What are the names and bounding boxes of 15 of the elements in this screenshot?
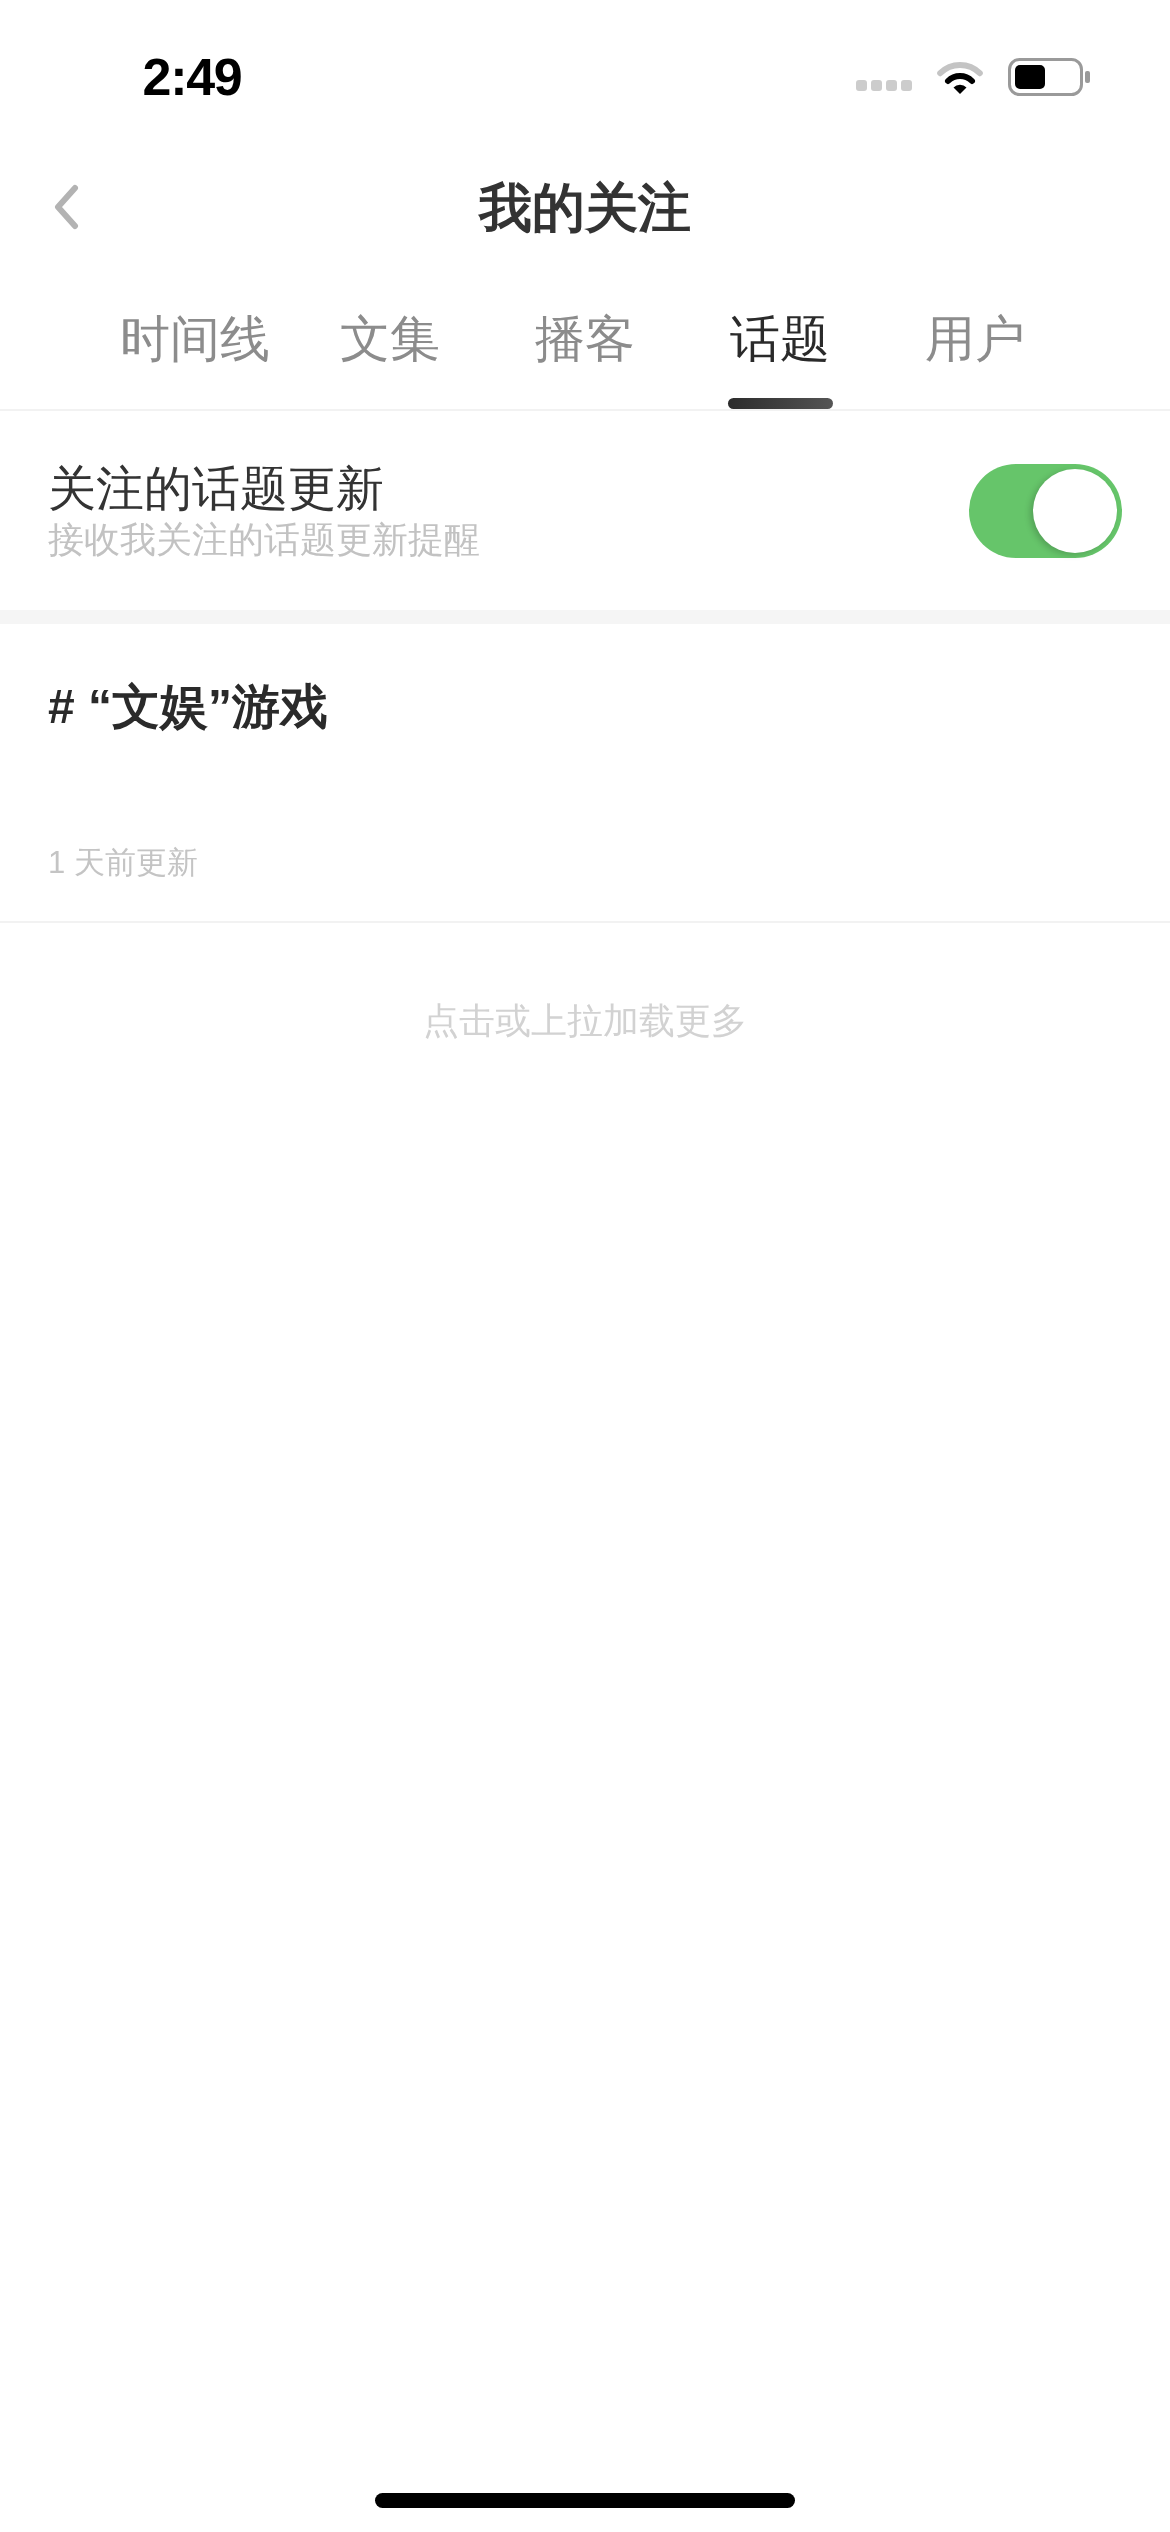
topic-title[interactable]: # “文娱”游戏 <box>48 679 329 735</box>
battery-icon <box>1008 58 1090 96</box>
tab[interactable]: 时间线 <box>115 314 274 409</box>
back-chevron-icon <box>52 184 80 230</box>
signal-icon <box>856 79 912 91</box>
status-time: 2:49 <box>142 51 242 103</box>
setting-description: 接收我关注的话题更新提醒 <box>48 521 480 558</box>
setting-title: 关注的话题更新 <box>48 463 384 514</box>
tab[interactable]: 用户 <box>918 314 1032 409</box>
back-button[interactable] <box>52 184 80 230</box>
page-title: 我的关注 <box>479 180 691 234</box>
tab[interactable]: 文集 <box>333 314 447 409</box>
topic-update-time: 1 天前更新 <box>48 847 198 879</box>
tab[interactable]: 播客 <box>528 314 642 409</box>
tab[interactable]: 话题 <box>723 314 837 409</box>
